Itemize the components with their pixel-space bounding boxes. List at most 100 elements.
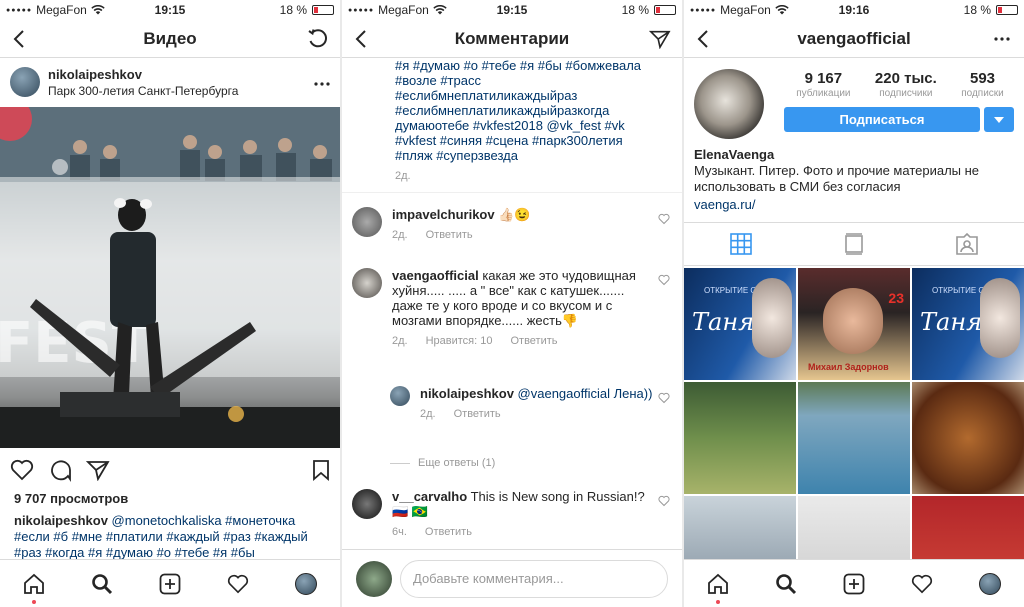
tab-search[interactable] [86,568,118,600]
post-header: nikolaipeshkov Парк 300-летия Санкт-Пете… [10,62,330,102]
suggestions-dropdown-button[interactable] [984,107,1014,132]
comment-time: 2д. [395,170,411,182]
avatar [356,560,392,597]
heart-icon [227,574,249,593]
comment-author[interactable]: vaengaofficial [392,268,479,283]
status-bar: ●●●●● MegaFon 19:15 18 % [342,0,682,20]
search-icon [92,573,113,594]
comment-reply: nikolaipeshkov @vaengaofficial Лена)) 2д… [390,386,670,422]
search-icon [776,573,797,594]
heart-icon [911,574,933,593]
heart-icon[interactable] [658,274,670,286]
nav-bar: Комментарии [342,20,682,58]
profile-avatar[interactable] [694,69,764,139]
grid-photo[interactable]: 23 Михаил Задорнов [798,268,910,380]
video-player[interactable]: FEST [0,107,340,448]
comment-composer [342,549,682,607]
tab-home[interactable] [702,568,734,604]
page-title: Комментарии [454,28,570,48]
profile-bio: ElenaVaenga Музыкант. Питер. Фото и проч… [694,147,1014,213]
tagged-icon[interactable] [956,233,978,255]
comment-author[interactable]: impavelchurikov [392,207,495,222]
send-button[interactable] [648,27,672,51]
avatar[interactable] [352,489,382,519]
profile-name: ElenaVaenga [694,147,775,162]
heart-icon[interactable] [658,213,670,225]
back-icon [697,30,708,48]
carrier: ●●●●● MegaFon [348,3,447,17]
tab-bar [0,559,340,607]
comment-time: 2д. [392,335,408,347]
back-button[interactable] [692,28,714,50]
post-author[interactable]: nikolaipeshkov [48,67,238,82]
chevron-down-icon [994,116,1004,123]
back-button[interactable] [8,28,30,50]
status-bar: ●●●●● MegaFon 19:15 18 % [0,0,340,20]
home-icon [708,573,728,594]
grid-photo[interactable]: ОТКРЫТИЕ СЕЗОНА Таня [912,268,1024,380]
wifi-icon [91,5,105,15]
followers-stat[interactable]: 220 тыс. подписчики [875,70,937,99]
post-options-button[interactable] [314,73,330,91]
grid-photo[interactable]: ОТКРЫТИЕ СЕЗОНА Таня [684,268,796,380]
avatar[interactable] [390,386,410,406]
reply-button[interactable]: Ответить [454,407,501,422]
caption-author[interactable]: nikolaipeshkov [14,513,108,528]
add-icon [159,573,181,594]
comment-icon[interactable] [48,458,72,482]
grid-photo[interactable] [912,382,1024,494]
tab-profile[interactable] [974,568,1006,600]
photo-grid: ОТКРЫТИЕ СЕЗОНА Таня 23 Михаил Задорнов … [684,268,1024,607]
heart-icon[interactable] [658,392,670,404]
profile-screen: ●●●●● MegaFon 19:16 18 % vaengaofficial 9… [684,0,1024,607]
grid-icon[interactable] [730,233,752,255]
share-icon[interactable] [86,459,110,481]
avatar[interactable] [352,207,382,237]
reply-button[interactable]: Ответить [510,334,557,349]
battery-icon [996,5,1018,15]
tab-home[interactable] [18,568,50,604]
concert-scene: FEST [0,107,340,448]
tab-activity[interactable] [222,568,254,600]
tab-bar [684,559,1024,607]
profile-tab-icon [979,572,1001,595]
posts-stat[interactable]: 9 167 публикации [796,70,850,99]
avatar[interactable] [10,67,40,97]
tab-activity[interactable] [906,568,938,600]
heart-icon[interactable] [658,495,670,507]
page-title: vaengaofficial [797,28,911,48]
bookmark-icon[interactable] [312,459,330,481]
refresh-icon [308,29,327,48]
comment-item: vaengaofficial какая же это чудовищная х… [352,268,670,349]
tab-search[interactable] [770,568,802,600]
tab-profile[interactable] [290,568,322,600]
following-stat[interactable]: 593 подписки [961,70,1004,99]
profile-options-button[interactable] [990,27,1014,51]
grid-photo[interactable] [684,382,796,494]
heart-icon[interactable] [10,459,34,481]
comment-author[interactable]: v__carvalho [392,489,467,504]
like-count[interactable]: Нравится: 10 [426,334,493,349]
back-button[interactable] [350,28,372,50]
home-icon [24,573,44,594]
caption-comment: #я #думаю #о #тебе #я #бы #бомжевала #во… [395,58,662,184]
reply-button[interactable]: Ответить [426,228,473,243]
feed-icon[interactable] [844,233,864,255]
avatar[interactable] [352,268,382,298]
grid-photo[interactable] [798,382,910,494]
refresh-button[interactable] [306,27,330,51]
comment-item: v__carvalho This is New song in Russian!… [352,489,670,540]
tab-add[interactable] [154,568,186,600]
view-count: 9 707 просмотров [14,491,129,506]
follow-button[interactable]: Подписаться [784,107,980,132]
profile-link[interactable]: vaenga.ru/ [694,197,1014,213]
post-location[interactable]: Парк 300-летия Санкт-Петербурга [48,84,238,98]
comment-author[interactable]: nikolaipeshkov [420,386,514,401]
comment-input[interactable] [400,559,668,598]
more-replies-button[interactable]: Еще ответы (1) [390,457,495,469]
tab-add[interactable] [838,568,870,600]
comment-time: 2д. [420,408,436,420]
video-screen: ●●●●● MegaFon 19:15 18 % Видео nikolaipes… [0,0,340,607]
reply-button[interactable]: Ответить [425,525,472,540]
status-bar: ●●●●● MegaFon 19:16 18 % [684,0,1024,20]
